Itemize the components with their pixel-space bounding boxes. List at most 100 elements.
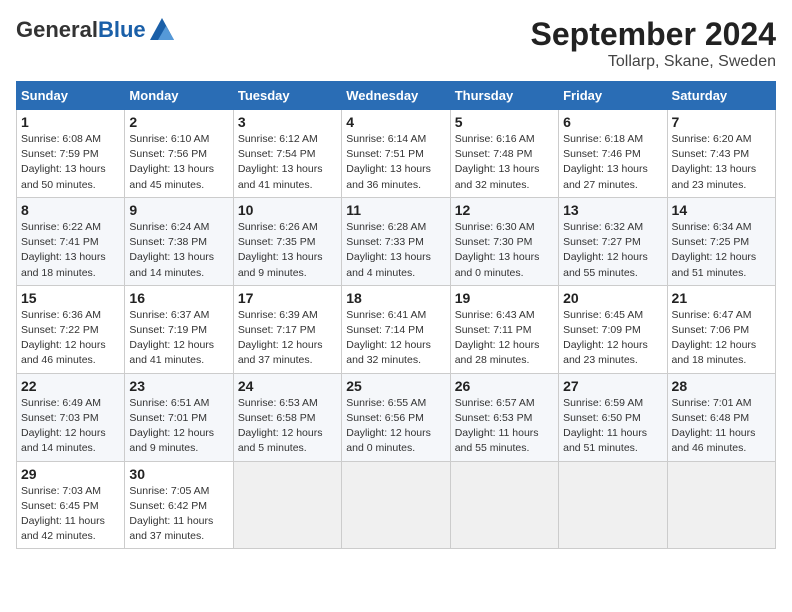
calendar-cell: 18 Sunrise: 6:41 AM Sunset: 7:14 PM Dayli… bbox=[342, 285, 450, 373]
day-number: 3 bbox=[238, 114, 337, 130]
day-number: 26 bbox=[455, 378, 554, 394]
calendar-cell: 12 Sunrise: 6:30 AM Sunset: 7:30 PM Dayli… bbox=[450, 197, 558, 285]
day-detail: Sunrise: 6:16 AM Sunset: 7:48 PM Dayligh… bbox=[455, 132, 554, 193]
calendar-cell: 28 Sunrise: 7:01 AM Sunset: 6:48 PM Dayli… bbox=[667, 373, 775, 461]
day-detail: Sunrise: 6:47 AM Sunset: 7:06 PM Dayligh… bbox=[672, 308, 771, 369]
day-detail: Sunrise: 6:24 AM Sunset: 7:38 PM Dayligh… bbox=[129, 220, 228, 281]
logo-icon bbox=[148, 16, 176, 44]
day-number: 11 bbox=[346, 202, 445, 218]
day-number: 12 bbox=[455, 202, 554, 218]
logo-blue-text: Blue bbox=[98, 17, 146, 42]
day-number: 6 bbox=[563, 114, 662, 130]
day-detail: Sunrise: 6:20 AM Sunset: 7:43 PM Dayligh… bbox=[672, 132, 771, 193]
calendar-cell bbox=[450, 461, 558, 549]
day-detail: Sunrise: 6:43 AM Sunset: 7:11 PM Dayligh… bbox=[455, 308, 554, 369]
day-number: 15 bbox=[21, 290, 120, 306]
calendar-cell: 11Sunrise: 6:28 AM Sunset: 7:33 PM Dayli… bbox=[342, 197, 450, 285]
calendar-cell: 2 Sunrise: 6:10 AM Sunset: 7:56 PM Daylig… bbox=[125, 110, 233, 198]
calendar-cell: 4 Sunrise: 6:14 AM Sunset: 7:51 PM Daylig… bbox=[342, 110, 450, 198]
day-number: 23 bbox=[129, 378, 228, 394]
day-detail: Sunrise: 6:26 AM Sunset: 7:35 PM Dayligh… bbox=[238, 220, 337, 281]
day-number: 7 bbox=[672, 114, 771, 130]
day-detail: Sunrise: 6:22 AM Sunset: 7:41 PM Dayligh… bbox=[21, 220, 120, 281]
day-number: 19 bbox=[455, 290, 554, 306]
week-row-3: 15 Sunrise: 6:36 AM Sunset: 7:22 PM Dayli… bbox=[17, 285, 776, 373]
col-header-wednesday: Wednesday bbox=[342, 82, 450, 110]
calendar-cell: 21 Sunrise: 6:47 AM Sunset: 7:06 PM Dayli… bbox=[667, 285, 775, 373]
calendar-cell bbox=[233, 461, 341, 549]
calendar-cell: 17Sunrise: 6:39 AM Sunset: 7:17 PM Dayli… bbox=[233, 285, 341, 373]
day-detail: Sunrise: 6:30 AM Sunset: 7:30 PM Dayligh… bbox=[455, 220, 554, 281]
day-detail: Sunrise: 6:45 AM Sunset: 7:09 PM Dayligh… bbox=[563, 308, 662, 369]
day-detail: Sunrise: 6:08 AM Sunset: 7:59 PM Dayligh… bbox=[21, 132, 120, 193]
calendar-cell: 15 Sunrise: 6:36 AM Sunset: 7:22 PM Dayli… bbox=[17, 285, 125, 373]
week-row-4: 22 Sunrise: 6:49 AM Sunset: 7:03 PM Dayli… bbox=[17, 373, 776, 461]
day-number: 28 bbox=[672, 378, 771, 394]
calendar-cell: 25Sunrise: 6:55 AM Sunset: 6:56 PM Dayli… bbox=[342, 373, 450, 461]
week-row-5: 29 Sunrise: 7:03 AM Sunset: 6:45 PM Dayli… bbox=[17, 461, 776, 549]
day-number: 4 bbox=[346, 114, 445, 130]
page-title: September 2024 bbox=[531, 16, 776, 53]
calendar-table: SundayMondayTuesdayWednesdayThursdayFrid… bbox=[16, 81, 776, 549]
day-detail: Sunrise: 6:39 AM Sunset: 7:17 PM Dayligh… bbox=[238, 308, 337, 369]
day-number: 18 bbox=[346, 290, 445, 306]
logo-general-text: General bbox=[16, 17, 98, 42]
calendar-cell: 26Sunrise: 6:57 AM Sunset: 6:53 PM Dayli… bbox=[450, 373, 558, 461]
day-detail: Sunrise: 6:49 AM Sunset: 7:03 PM Dayligh… bbox=[21, 396, 120, 457]
day-detail: Sunrise: 6:10 AM Sunset: 7:56 PM Dayligh… bbox=[129, 132, 228, 193]
day-number: 22 bbox=[21, 378, 120, 394]
calendar-cell: 20 Sunrise: 6:45 AM Sunset: 7:09 PM Dayli… bbox=[559, 285, 667, 373]
calendar-cell: 14Sunrise: 6:34 AM Sunset: 7:25 PM Dayli… bbox=[667, 197, 775, 285]
calendar-cell bbox=[667, 461, 775, 549]
day-number: 1 bbox=[21, 114, 120, 130]
calendar-cell: 3Sunrise: 6:12 AM Sunset: 7:54 PM Daylig… bbox=[233, 110, 341, 198]
day-detail: Sunrise: 6:59 AM Sunset: 6:50 PM Dayligh… bbox=[563, 396, 662, 457]
day-number: 13 bbox=[563, 202, 662, 218]
day-detail: Sunrise: 7:01 AM Sunset: 6:48 PM Dayligh… bbox=[672, 396, 771, 457]
col-header-friday: Friday bbox=[559, 82, 667, 110]
calendar-cell bbox=[342, 461, 450, 549]
day-number: 30 bbox=[129, 466, 228, 482]
day-detail: Sunrise: 6:14 AM Sunset: 7:51 PM Dayligh… bbox=[346, 132, 445, 193]
day-number: 14 bbox=[672, 202, 771, 218]
day-detail: Sunrise: 6:36 AM Sunset: 7:22 PM Dayligh… bbox=[21, 308, 120, 369]
day-number: 21 bbox=[672, 290, 771, 306]
day-number: 29 bbox=[21, 466, 120, 482]
calendar-cell: 19 Sunrise: 6:43 AM Sunset: 7:11 PM Dayli… bbox=[450, 285, 558, 373]
day-detail: Sunrise: 7:05 AM Sunset: 6:42 PM Dayligh… bbox=[129, 484, 228, 545]
day-number: 2 bbox=[129, 114, 228, 130]
header-row: SundayMondayTuesdayWednesdayThursdayFrid… bbox=[17, 82, 776, 110]
calendar-cell: 22 Sunrise: 6:49 AM Sunset: 7:03 PM Dayli… bbox=[17, 373, 125, 461]
col-header-monday: Monday bbox=[125, 82, 233, 110]
calendar-cell bbox=[559, 461, 667, 549]
day-number: 9 bbox=[129, 202, 228, 218]
col-header-saturday: Saturday bbox=[667, 82, 775, 110]
week-row-1: 1 Sunrise: 6:08 AM Sunset: 7:59 PM Daylig… bbox=[17, 110, 776, 198]
day-number: 10 bbox=[238, 202, 337, 218]
day-detail: Sunrise: 6:32 AM Sunset: 7:27 PM Dayligh… bbox=[563, 220, 662, 281]
calendar-cell: 10 Sunrise: 6:26 AM Sunset: 7:35 PM Dayli… bbox=[233, 197, 341, 285]
logo: GeneralBlue bbox=[16, 16, 176, 44]
col-header-thursday: Thursday bbox=[450, 82, 558, 110]
day-detail: Sunrise: 6:51 AM Sunset: 7:01 PM Dayligh… bbox=[129, 396, 228, 457]
day-number: 16 bbox=[129, 290, 228, 306]
calendar-cell: 30 Sunrise: 7:05 AM Sunset: 6:42 PM Dayli… bbox=[125, 461, 233, 549]
page-subtitle: Tollarp, Skane, Sweden bbox=[531, 53, 776, 71]
day-detail: Sunrise: 6:55 AM Sunset: 6:56 PM Dayligh… bbox=[346, 396, 445, 457]
day-number: 27 bbox=[563, 378, 662, 394]
calendar-cell: 7 Sunrise: 6:20 AM Sunset: 7:43 PM Daylig… bbox=[667, 110, 775, 198]
page-header: GeneralBlue September 2024 Tollarp, Skan… bbox=[16, 16, 776, 71]
day-number: 24 bbox=[238, 378, 337, 394]
day-detail: Sunrise: 6:41 AM Sunset: 7:14 PM Dayligh… bbox=[346, 308, 445, 369]
calendar-cell: 16Sunrise: 6:37 AM Sunset: 7:19 PM Dayli… bbox=[125, 285, 233, 373]
calendar-cell: 23 Sunrise: 6:51 AM Sunset: 7:01 PM Dayli… bbox=[125, 373, 233, 461]
week-row-2: 8Sunrise: 6:22 AM Sunset: 7:41 PM Daylig… bbox=[17, 197, 776, 285]
day-detail: Sunrise: 6:18 AM Sunset: 7:46 PM Dayligh… bbox=[563, 132, 662, 193]
calendar-cell: 5Sunrise: 6:16 AM Sunset: 7:48 PM Daylig… bbox=[450, 110, 558, 198]
calendar-cell: 27 Sunrise: 6:59 AM Sunset: 6:50 PM Dayli… bbox=[559, 373, 667, 461]
calendar-cell: 24Sunrise: 6:53 AM Sunset: 6:58 PM Dayli… bbox=[233, 373, 341, 461]
calendar-body: 1 Sunrise: 6:08 AM Sunset: 7:59 PM Daylig… bbox=[17, 110, 776, 549]
calendar-cell: 8Sunrise: 6:22 AM Sunset: 7:41 PM Daylig… bbox=[17, 197, 125, 285]
day-number: 20 bbox=[563, 290, 662, 306]
day-detail: Sunrise: 7:03 AM Sunset: 6:45 PM Dayligh… bbox=[21, 484, 120, 545]
